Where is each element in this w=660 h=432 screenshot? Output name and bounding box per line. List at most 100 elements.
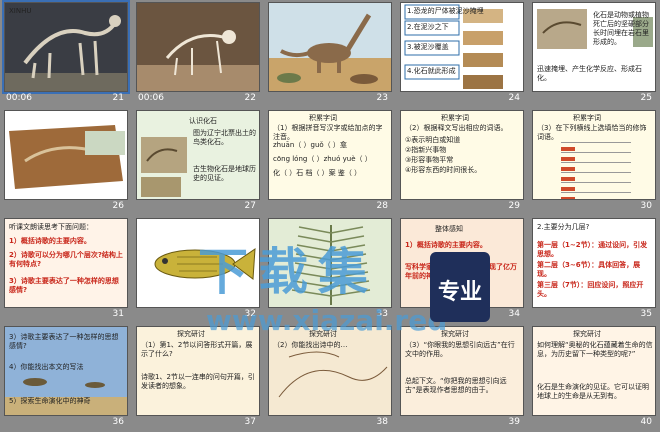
- slide-caption: 36: [4, 416, 128, 430]
- dinosaur-scene-image: [269, 3, 391, 91]
- slide-thumbnail-28[interactable]: 积累字词 （1）根据拼音写汉字或给加点的字注音。 zhuān（ ）guǒ（ ）龛 cō…: [264, 108, 396, 216]
- slide-caption: 38: [268, 416, 392, 430]
- slide-thumbnail-21[interactable]: XINHU 00:06 21: [0, 0, 132, 108]
- slide-text: 探究研讨: [309, 330, 337, 338]
- slide-thumbnail-32[interactable]: 32: [132, 216, 264, 324]
- slide-text: 2.在泥沙之下: [407, 23, 449, 31]
- slide-number: 21: [112, 93, 124, 103]
- slide-caption: 23: [268, 92, 392, 106]
- slide-thumbnail-36[interactable]: 3）诗歌主要表达了一种怎样的思想感情? 4）你能找出本文的写法 5）探索生命演化中的…: [0, 324, 132, 432]
- slide-preview[interactable]: XINHU: [2, 0, 130, 94]
- slide-number: 37: [244, 417, 256, 427]
- slide-text: 第二层（3~6节）：具体回答，展现。: [537, 261, 641, 278]
- slide-preview[interactable]: 听课文朗读思考下面问题： 1）概括诗歌的主要内容。 2）诗歌可以分为哪几个层次?结构…: [4, 218, 128, 308]
- slide-thumbnail-38[interactable]: 探究研讨 （2）你能找出诗中的… 38: [264, 324, 396, 432]
- slide-text: 迅速掩埋、产生化学反应、形成石化。: [537, 65, 642, 82]
- slide-text: 如何理解“奥秘的化石蕴藏着生命的信息，为历史留下一种类型的呢?”: [537, 341, 653, 358]
- slide-thumbnail-35[interactable]: 2.主要分为几层? 第一层（1~2节）：通过设问，引发思想。 第二层（3~6节）：具…: [528, 216, 660, 324]
- slide-timing: 00:06: [6, 93, 32, 103]
- slide-thumbnail-40[interactable]: 探究研讨 如何理解“奥秘的化石蕴藏着生命的信息，为历史留下一种类型的呢?” 化石是生…: [528, 324, 660, 432]
- slide-text: 积累字词: [573, 114, 601, 122]
- slide-text: 积累字词: [309, 114, 337, 122]
- slide-text: 化（ ）石 档（ ）案 鉴（ ）: [273, 169, 362, 177]
- slide-thumbnail-26[interactable]: 26: [0, 108, 132, 216]
- slide-number: 35: [640, 309, 652, 319]
- slide-number: 23: [376, 93, 388, 103]
- slide-caption: 34: [400, 308, 524, 322]
- slide-thumbnail-27[interactable]: 认识化石 图为辽宁北票出土的鸟类化石。 古生物化石是地球历史的见证。 27: [132, 108, 264, 216]
- slide-preview[interactable]: 积累字词 （3）在下列横线上选填恰当的修饰词语。: [532, 110, 656, 200]
- slide-number: 34: [508, 309, 520, 319]
- slide-text: 化石是动物或植物死亡后的坚硬部分长时间埋在岩石里形成的。: [593, 11, 649, 46]
- slide-preview[interactable]: 认识化石 图为辽宁北票出土的鸟类化石。 古生物化石是地球历史的见证。: [136, 110, 260, 200]
- slide-text: （1）第1、2节以问答形式开篇，展示了什么?: [141, 341, 253, 358]
- slide-thumbnail-29[interactable]: 积累字词 （2）根据释文写出相应的词语。 ①表示明白或知道 ②指新兴事物 ③形容事物平常…: [396, 108, 528, 216]
- slide-preview[interactable]: 2.主要分为几层? 第一层（1~2节）：通过设问，引发思想。 第二层（3~6节）：具…: [532, 218, 656, 308]
- slide-thumbnail-30[interactable]: 积累字词 （3）在下列横线上选填恰当的修饰词语。 30: [528, 108, 660, 216]
- slide-text: （1）根据拼音写汉字或给加点的字注音。: [273, 124, 383, 141]
- slide-text: 听课文朗读思考下面问题：: [9, 223, 93, 231]
- slide-caption: 33: [268, 308, 392, 322]
- slide-preview[interactable]: 探究研讨 如何理解“奥秘的化石蕴藏着生命的信息，为历史留下一种类型的呢?” 化石是生…: [532, 326, 656, 416]
- slide-preview[interactable]: [136, 2, 260, 92]
- slide-preview[interactable]: 探究研讨 （1）第1、2节以问答形式开篇，展示了什么? 诗歌1、2节以一连串的问句开…: [136, 326, 260, 416]
- slide-caption: 00:06 22: [136, 92, 260, 106]
- slide-text: 1）概括诗歌的主要内容。: [405, 241, 487, 249]
- slide-text: ①表示明白或知道: [405, 136, 461, 144]
- slide-number: 29: [508, 201, 520, 211]
- slide-text: 积累字词: [441, 114, 469, 122]
- slide-caption: 39: [400, 416, 524, 430]
- slide-text: ③形容事物平常: [405, 156, 454, 164]
- slide-text: （3）在下列横线上选填恰当的修饰词语。: [537, 124, 647, 141]
- slide-number: 28: [376, 201, 388, 211]
- slide-caption: 29: [400, 200, 524, 214]
- slide-thumbnail-39[interactable]: 探究研讨 （3）“你眼我的思想引向远古”在行文中的作用。 总起下文。“你把我的思想引…: [396, 324, 528, 432]
- skeleton-image: [137, 3, 259, 91]
- slide-preview[interactable]: 积累字词 （2）根据释文写出相应的词语。 ①表示明白或知道 ②指新兴事物 ③形容事物平常…: [400, 110, 524, 200]
- slide-text: （2）你能找出诗中的…: [273, 341, 348, 349]
- slide-caption: 28: [268, 200, 392, 214]
- slide-preview[interactable]: 探究研讨 （2）你能找出诗中的…: [268, 326, 392, 416]
- slide-sorter-grid: XINHU 00:06 21 00:06 22 23 1.恐龙的尸体被泥沙掩埋 2.在泥沙之下…: [0, 0, 660, 432]
- slide-number: 40: [640, 417, 652, 427]
- slide-text: 整体感知: [435, 225, 463, 233]
- slide-text: 写科学家通过研究化石，展现了亿万年前的神奇景象。: [405, 263, 517, 280]
- slide-preview[interactable]: 整体感知 1）概括诗歌的主要内容。写科学家通过研究化石，展现了亿万年前的神奇景象。: [400, 218, 524, 308]
- slide-thumbnail-31[interactable]: 听课文朗读思考下面问题： 1）概括诗歌的主要内容。 2）诗歌可以分为哪几个层次?结构…: [0, 216, 132, 324]
- slide-text: 第三层（7节）：回应设问，照应开头。: [537, 281, 644, 298]
- slide-thumbnail-24[interactable]: 1.恐龙的尸体被泥沙掩埋 2.在泥沙之下 3.被泥沙覆盖 4.化石就此形成 24: [396, 0, 528, 108]
- slide-preview[interactable]: [268, 218, 392, 308]
- slide-text: 4.化石就此形成: [407, 67, 456, 75]
- slide-number: 22: [244, 93, 256, 103]
- fish-fossil-image: [137, 219, 259, 307]
- slide-preview[interactable]: [4, 110, 128, 200]
- slide-text: 2）诗歌可以分为哪几个层次?结构上有何特点?: [9, 251, 123, 268]
- slide-text: 总起下文。“你把我的思想引向远古”是表现作者思想的由于。: [405, 377, 507, 394]
- slide-preview[interactable]: [136, 218, 260, 308]
- slide-caption: 37: [136, 416, 260, 430]
- slide-caption: 30: [532, 200, 656, 214]
- slide-thumbnail-33[interactable]: 33: [264, 216, 396, 324]
- slide-thumbnail-34[interactable]: 整体感知 1）概括诗歌的主要内容。写科学家通过研究化石，展现了亿万年前的神奇景象。…: [396, 216, 528, 324]
- slide-preview[interactable]: 化石是动物或植物死亡后的坚硬部分长时间埋在岩石里形成的。迅速掩埋、产生化学反应、…: [532, 2, 656, 92]
- slide-text: XINHU: [9, 7, 32, 15]
- slide-number: 39: [508, 417, 520, 427]
- slide-thumbnail-37[interactable]: 探究研讨 （1）第1、2节以问答形式开篇，展示了什么? 诗歌1、2节以一连串的问句开…: [132, 324, 264, 432]
- slide-preview[interactable]: 探究研讨 （3）“你眼我的思想引向远古”在行文中的作用。 总起下文。“你把我的思想引…: [400, 326, 524, 416]
- slide-text: 探究研讨: [177, 330, 205, 338]
- slide-thumbnail-22[interactable]: 00:06 22: [132, 0, 264, 108]
- slide-number: 30: [640, 201, 652, 211]
- slide-caption: 31: [4, 308, 128, 322]
- slide-text: 第一层（1~2节）：通过设问，引发思想。: [537, 241, 648, 258]
- slide-number: 33: [376, 309, 388, 319]
- slide-thumbnail-25[interactable]: 化石是动物或植物死亡后的坚硬部分长时间埋在岩石里形成的。迅速掩埋、产生化学反应、…: [528, 0, 660, 108]
- slide-preview[interactable]: 积累字词 （1）根据拼音写汉字或给加点的字注音。 zhuān（ ）guǒ（ ）龛 cō…: [268, 110, 392, 200]
- slide-number: 25: [640, 93, 652, 103]
- slide-preview[interactable]: [268, 2, 392, 92]
- slide-preview[interactable]: 1.恐龙的尸体被泥沙掩埋 2.在泥沙之下 3.被泥沙覆盖 4.化石就此形成: [400, 2, 524, 92]
- slide-text: （3）“你眼我的思想引向远古”在行文中的作用。: [405, 341, 515, 358]
- slide-preview[interactable]: 3）诗歌主要表达了一种怎样的思想感情? 4）你能找出本文的写法 5）探索生命演化中的…: [4, 326, 128, 416]
- slide-caption: 25: [532, 92, 656, 106]
- slide-thumbnail-23[interactable]: 23: [264, 0, 396, 108]
- slide-caption: 00:06 21: [4, 92, 128, 106]
